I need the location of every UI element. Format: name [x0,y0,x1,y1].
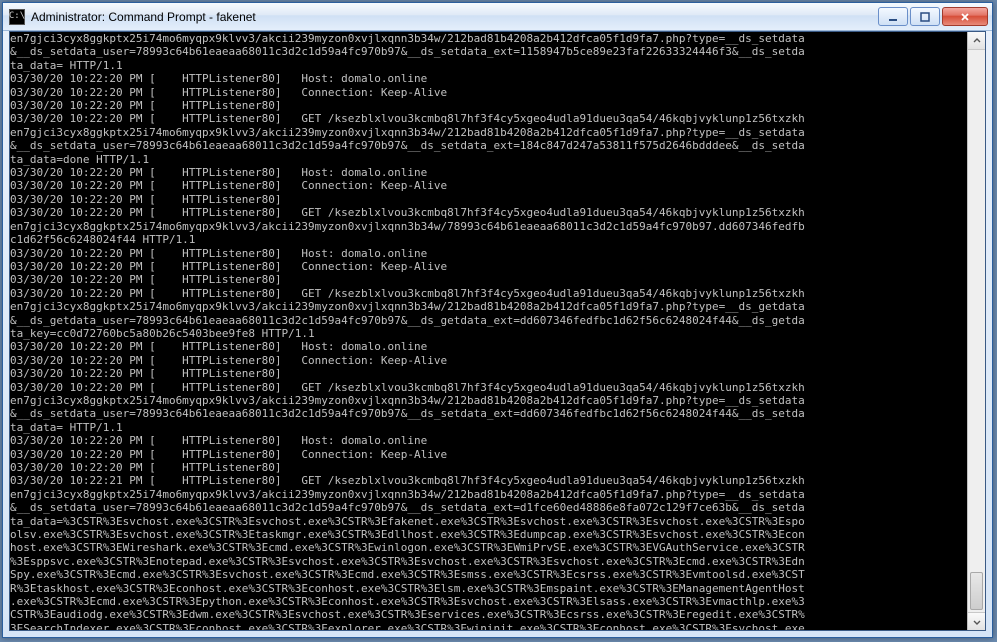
window-title: Administrator: Command Prompt - fakenet [31,10,878,24]
maximize-button[interactable] [910,7,940,26]
chevron-down-icon [973,618,981,626]
scrollbar-thumb[interactable] [970,572,983,610]
minimize-icon [888,12,898,22]
chevron-up-icon [973,37,981,45]
cmd-icon: C:\ [9,9,25,25]
minimize-button[interactable] [878,7,908,26]
scroll-down-button[interactable] [968,612,985,630]
terminal-output[interactable]: en7gjci3cyx8ggkptx25i74mo6myqpx9klvv3/ak… [10,32,967,630]
close-button[interactable] [942,7,988,26]
cmd-window: C:\ Administrator: Command Prompt - fake… [2,2,993,638]
window-buttons [878,7,988,26]
close-icon [960,12,970,22]
maximize-icon [920,12,930,22]
client-area: en7gjci3cyx8ggkptx25i74mo6myqpx9klvv3/ak… [9,31,986,631]
scrollbar-track[interactable] [968,50,985,612]
titlebar[interactable]: C:\ Administrator: Command Prompt - fake… [3,3,992,31]
scroll-up-button[interactable] [968,32,985,50]
vertical-scrollbar[interactable] [967,32,985,630]
